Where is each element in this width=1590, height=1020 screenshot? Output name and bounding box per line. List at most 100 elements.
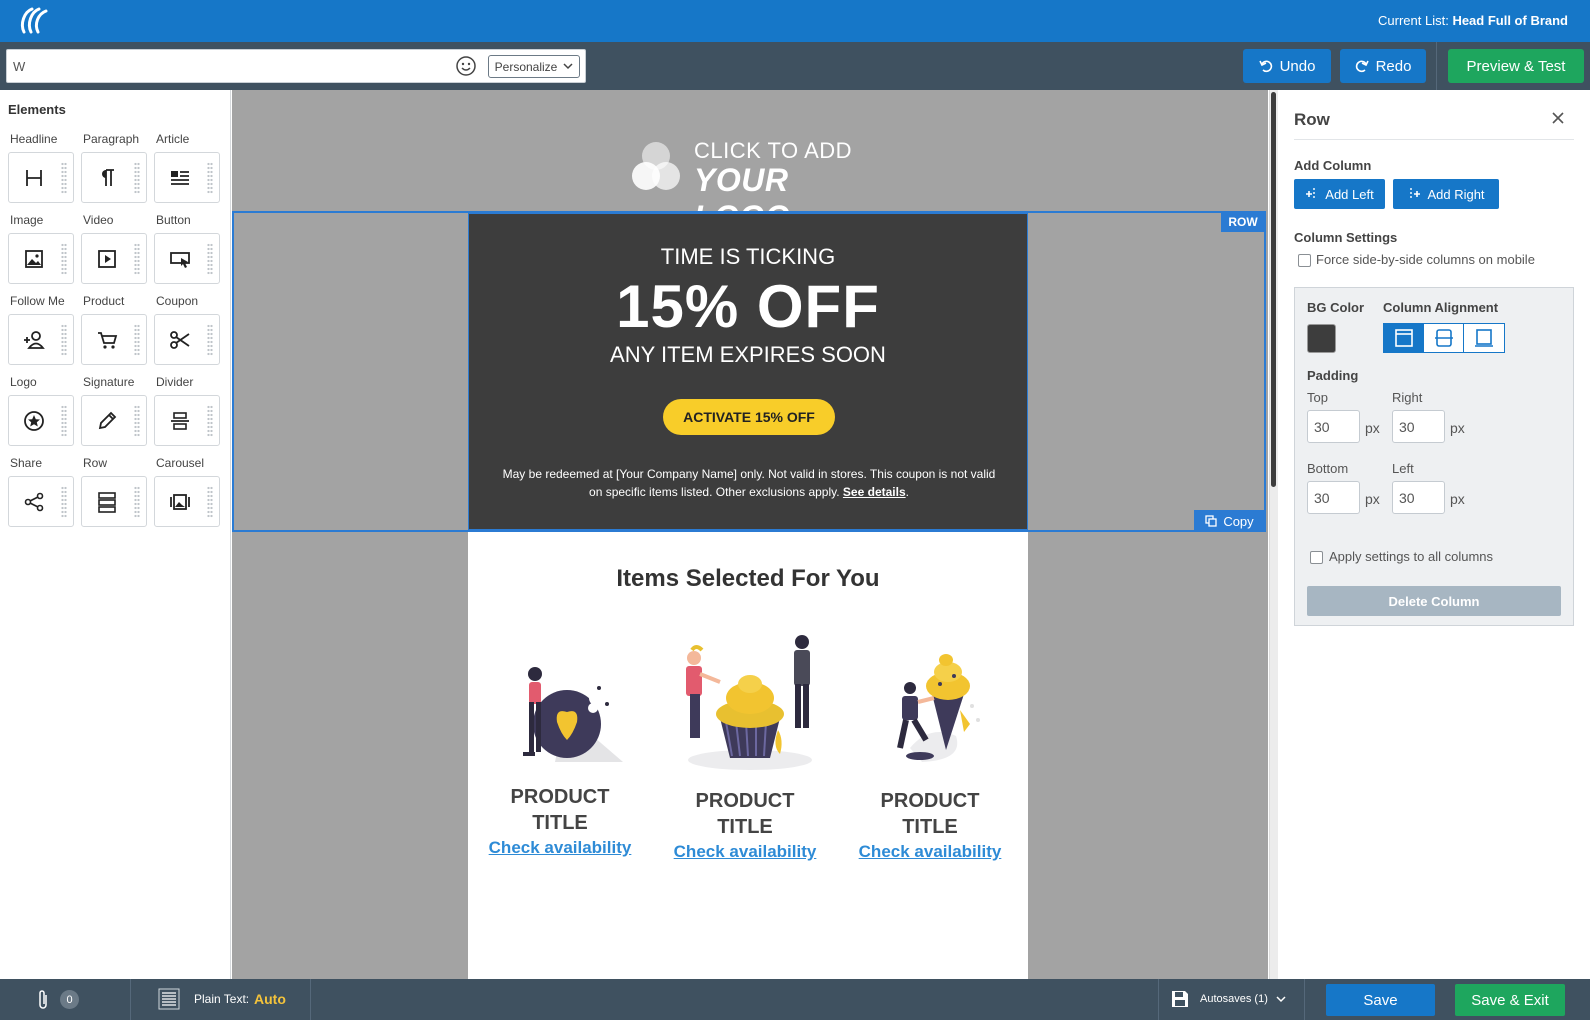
element-tile[interactable] xyxy=(81,233,147,284)
element-image[interactable]: Image xyxy=(8,213,74,284)
element-tile[interactable] xyxy=(154,233,220,284)
element-video[interactable]: Video xyxy=(81,213,147,284)
drag-handle[interactable] xyxy=(134,243,140,275)
subject-input[interactable] xyxy=(7,50,447,82)
align-middle-button[interactable] xyxy=(1424,324,1464,352)
element-headline[interactable]: Headline xyxy=(8,132,74,203)
promo-kicker[interactable]: TIME IS TICKING xyxy=(469,244,1027,270)
element-button[interactable]: Button xyxy=(154,213,220,284)
promo-block[interactable]: TIME IS TICKING 15% OFF ANY ITEM EXPIRES… xyxy=(468,213,1028,530)
element-share[interactable]: Share xyxy=(8,456,74,527)
promo-headline[interactable]: 15% OFF xyxy=(469,272,1027,341)
preview-test-button[interactable]: Preview & Test xyxy=(1448,49,1584,83)
add-left-button[interactable]: Add Left xyxy=(1294,179,1385,209)
undo-button[interactable]: Undo xyxy=(1243,49,1331,83)
add-right-button[interactable]: Add Right xyxy=(1393,179,1499,209)
chevron-down-icon xyxy=(563,63,573,70)
drag-handle[interactable] xyxy=(61,324,67,356)
redo-button[interactable]: Redo xyxy=(1340,49,1426,83)
emoji-icon[interactable] xyxy=(455,55,477,77)
drag-handle[interactable] xyxy=(61,405,67,437)
element-label: Coupon xyxy=(156,294,199,308)
redo-label: Redo xyxy=(1375,57,1412,75)
current-list-label: Current List: xyxy=(1378,13,1449,28)
element-tile[interactable] xyxy=(154,152,220,203)
save-exit-button[interactable]: Save & Exit xyxy=(1455,984,1565,1016)
padding-right-input[interactable] xyxy=(1392,410,1445,443)
chevron-down-icon[interactable] xyxy=(1276,996,1286,1003)
save-button[interactable]: Save xyxy=(1326,984,1435,1016)
element-tile[interactable] xyxy=(8,395,74,446)
element-tile[interactable] xyxy=(8,314,74,365)
plain-text-value[interactable]: Auto xyxy=(254,991,286,1007)
apply-all-checkbox[interactable] xyxy=(1310,551,1323,564)
drag-handle[interactable] xyxy=(134,162,140,194)
element-tile[interactable] xyxy=(8,152,74,203)
promo-fine-print[interactable]: May be redeemed at [Your Company Name] o… xyxy=(495,465,1003,501)
element-signature[interactable]: Signature xyxy=(81,375,147,446)
products-title[interactable]: Items Selected For You xyxy=(468,565,1028,593)
element-paragraph[interactable]: Paragraph xyxy=(81,132,147,203)
personalize-button[interactable]: Personalize xyxy=(488,55,580,78)
attachment-icon[interactable] xyxy=(36,989,50,1011)
align-top-button[interactable] xyxy=(1384,324,1424,352)
element-tile[interactable] xyxy=(81,395,147,446)
drag-handle[interactable] xyxy=(207,324,213,356)
product-card[interactable]: PRODUCT TITLE Check availability xyxy=(670,628,820,862)
padding-left-input[interactable] xyxy=(1392,481,1445,514)
element-tile[interactable] xyxy=(8,233,74,284)
element-tile[interactable] xyxy=(154,395,220,446)
drag-handle[interactable] xyxy=(207,162,213,194)
element-row[interactable]: Row xyxy=(81,456,147,527)
canvas-scrollbar-thumb[interactable] xyxy=(1271,92,1276,487)
elements-panel: Elements Headline Paragraph Article Imag… xyxy=(0,90,231,979)
product-title[interactable]: PRODUCT TITLE xyxy=(855,788,1005,840)
padding-top-input[interactable] xyxy=(1307,410,1360,443)
element-tile[interactable] xyxy=(81,152,147,203)
delete-column-button[interactable]: Delete Column xyxy=(1307,586,1561,616)
check-availability-link[interactable]: Check availability xyxy=(489,838,632,858)
drag-handle[interactable] xyxy=(207,243,213,275)
product-title[interactable]: PRODUCT TITLE xyxy=(670,788,820,840)
products-block[interactable]: Items Selected For You PRODUCT TITLE Che… xyxy=(468,532,1028,979)
element-divider[interactable]: Divider xyxy=(154,375,220,446)
element-tile[interactable] xyxy=(8,476,74,527)
element-tile[interactable] xyxy=(154,314,220,365)
product-card[interactable]: PRODUCT TITLE Check availability xyxy=(485,642,635,858)
element-follow-me[interactable]: Follow Me xyxy=(8,294,74,365)
drag-handle[interactable] xyxy=(61,243,67,275)
element-tile[interactable] xyxy=(154,476,220,527)
activate-offer-button[interactable]: ACTIVATE 15% OFF xyxy=(663,399,835,435)
element-logo[interactable]: Logo xyxy=(8,375,74,446)
drag-handle[interactable] xyxy=(134,405,140,437)
product-title[interactable]: PRODUCT TITLE xyxy=(485,784,635,836)
check-availability-link[interactable]: Check availability xyxy=(859,842,1002,862)
drag-handle[interactable] xyxy=(207,405,213,437)
element-article[interactable]: Article xyxy=(154,132,220,203)
promo-subline[interactable]: ANY ITEM EXPIRES SOON xyxy=(469,342,1027,368)
app-logo-icon[interactable] xyxy=(18,6,50,36)
element-carousel[interactable]: Carousel xyxy=(154,456,220,527)
drag-handle[interactable] xyxy=(61,162,67,194)
padding-bottom-input[interactable] xyxy=(1307,481,1360,514)
element-tile[interactable] xyxy=(81,314,147,365)
align-bottom-button[interactable] xyxy=(1464,324,1504,352)
logo-placeholder[interactable]: CLICK TO ADD YOUR LOGO xyxy=(630,132,870,235)
autosaves-dropdown[interactable]: Autosaves (1) xyxy=(1200,993,1268,1005)
product-card[interactable]: PRODUCT TITLE Check availability xyxy=(855,628,1005,862)
drag-handle[interactable] xyxy=(207,486,213,518)
copy-row-button[interactable]: Copy xyxy=(1194,510,1265,532)
close-icon[interactable] xyxy=(1550,110,1566,126)
element-product[interactable]: Product xyxy=(81,294,147,365)
element-label: Paragraph xyxy=(83,132,140,146)
see-details-link[interactable]: See details xyxy=(843,485,906,499)
element-coupon[interactable]: Coupon xyxy=(154,294,220,365)
drag-handle[interactable] xyxy=(134,324,140,356)
force-side-by-side-checkbox[interactable] xyxy=(1298,254,1311,267)
element-tile[interactable] xyxy=(81,476,147,527)
check-availability-link[interactable]: Check availability xyxy=(674,842,817,862)
drag-handle[interactable] xyxy=(134,486,140,518)
plain-text-icon[interactable] xyxy=(158,988,180,1010)
drag-handle[interactable] xyxy=(61,486,67,518)
bg-color-swatch[interactable] xyxy=(1307,324,1336,353)
